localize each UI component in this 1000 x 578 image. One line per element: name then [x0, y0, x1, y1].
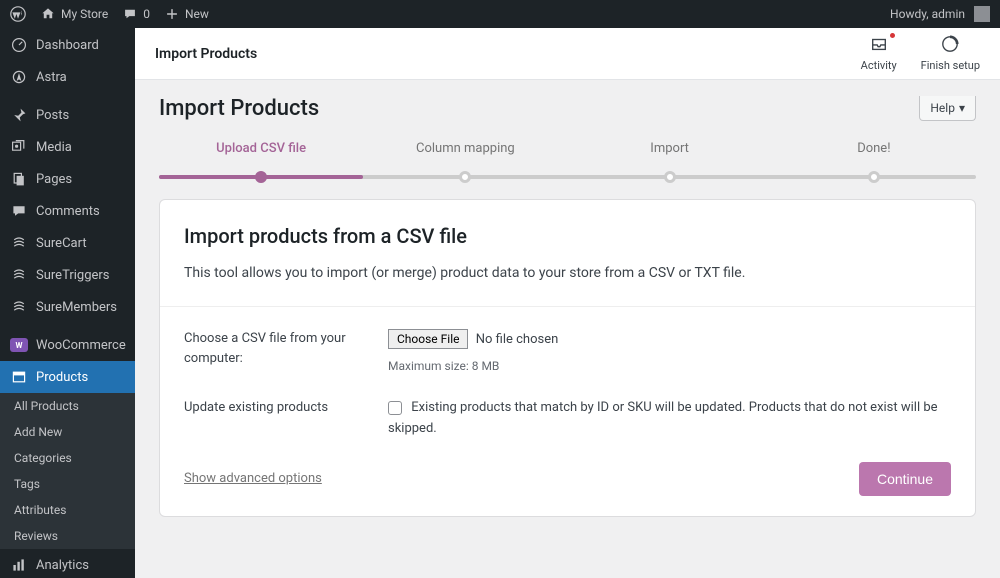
- woocommerce-icon: W: [10, 336, 28, 354]
- submenu-attributes[interactable]: Attributes: [0, 497, 135, 523]
- card-title: Import products from a CSV file: [184, 224, 951, 248]
- choose-file-button[interactable]: Choose File: [388, 329, 468, 349]
- comments-count: 0: [143, 7, 150, 21]
- sidebar-label: Analytics: [36, 558, 89, 573]
- help-tab[interactable]: Help ▾: [919, 96, 976, 121]
- file-status: No file chosen: [476, 332, 559, 347]
- sidebar-item-pages[interactable]: Pages: [0, 163, 135, 195]
- inbox-icon: [870, 35, 888, 56]
- site-name-link[interactable]: My Store: [40, 6, 108, 22]
- submenu-all-products[interactable]: All Products: [0, 393, 135, 419]
- wordpress-icon: [10, 6, 26, 22]
- sidebar-item-products[interactable]: Products: [0, 361, 135, 393]
- step-dot-2: [459, 171, 471, 183]
- suretriggers-icon: [10, 266, 28, 284]
- sidebar-label: SureMembers: [36, 300, 117, 315]
- sidebar-label: Dashboard: [36, 38, 99, 53]
- step-dot-4: [868, 171, 880, 183]
- update-description: Existing products that match by ID or SK…: [388, 400, 938, 436]
- help-label: Help: [930, 101, 955, 115]
- sidebar-label: WooCommerce: [36, 338, 126, 353]
- sidebar-item-astra[interactable]: Astra: [0, 61, 135, 93]
- wp-logo[interactable]: [10, 6, 26, 22]
- show-advanced-link[interactable]: Show advanced options: [184, 471, 322, 486]
- sidebar-label: SureTriggers: [36, 268, 110, 283]
- activity-button[interactable]: Activity: [861, 35, 897, 72]
- activity-label: Activity: [861, 59, 897, 72]
- card-description: This tool allows you to import (or merge…: [184, 262, 951, 284]
- content-area: Import Products Activity Finish setup Im…: [135, 28, 1000, 578]
- submenu-tags[interactable]: Tags: [0, 471, 135, 497]
- step-import: Import: [568, 141, 772, 171]
- submenu-add-new[interactable]: Add New: [0, 419, 135, 445]
- step-mapping: Column mapping: [363, 141, 567, 171]
- sidebar-label: Products: [36, 370, 88, 385]
- howdy-label: Howdy, admin: [890, 7, 965, 21]
- comment-icon: [10, 202, 28, 220]
- admin-bar: My Store 0 New Howdy, admin: [0, 0, 1000, 28]
- surecart-icon: [10, 234, 28, 252]
- update-label: Update existing products: [184, 398, 364, 440]
- sidebar-item-media[interactable]: Media: [0, 131, 135, 163]
- analytics-icon: [10, 556, 28, 574]
- notification-dot: [890, 33, 895, 38]
- home-icon: [40, 6, 56, 22]
- pin-icon: [10, 106, 28, 124]
- sidebar-item-suretriggers[interactable]: SureTriggers: [0, 259, 135, 291]
- submenu-categories[interactable]: Categories: [0, 445, 135, 471]
- continue-button[interactable]: Continue: [859, 462, 951, 496]
- avatar-icon: [974, 6, 990, 22]
- products-icon: [10, 368, 28, 386]
- divider: [160, 306, 975, 307]
- import-stepper: Upload CSV file Column mapping Import Do…: [135, 131, 1000, 179]
- header-title: Import Products: [155, 46, 257, 62]
- sidebar-item-analytics[interactable]: Analytics: [0, 549, 135, 578]
- chevron-down-icon: ▾: [959, 101, 965, 115]
- sidebar-label: Pages: [36, 172, 72, 187]
- new-link[interactable]: New: [164, 6, 209, 22]
- step-done: Done!: [772, 141, 976, 171]
- account-link[interactable]: Howdy, admin: [890, 6, 990, 22]
- sidebar-item-surecart[interactable]: SureCart: [0, 227, 135, 259]
- admin-sidebar: Dashboard Astra Posts Media Pages Commen…: [0, 28, 135, 578]
- max-size-hint: Maximum size: 8 MB: [388, 357, 951, 376]
- import-card: Import products from a CSV file This too…: [159, 199, 976, 517]
- submenu-reviews[interactable]: Reviews: [0, 523, 135, 549]
- pages-icon: [10, 170, 28, 188]
- dashboard-icon: [10, 36, 28, 54]
- products-submenu: All Products Add New Categories Tags Att…: [0, 393, 135, 549]
- sidebar-label: Astra: [36, 70, 67, 85]
- new-label: New: [185, 7, 209, 21]
- sidebar-label: Comments: [36, 204, 100, 219]
- stepper-track: [159, 175, 976, 179]
- progress-icon: [941, 35, 959, 56]
- step-dot-3: [664, 171, 676, 183]
- comments-link[interactable]: 0: [122, 6, 150, 22]
- comment-icon: [122, 6, 138, 22]
- update-existing-checkbox[interactable]: [388, 401, 402, 415]
- sidebar-label: Posts: [36, 108, 69, 123]
- sidebar-label: Media: [36, 140, 72, 155]
- sidebar-label: SureCart: [36, 236, 87, 251]
- site-name-label: My Store: [61, 7, 108, 21]
- suremembers-icon: [10, 298, 28, 316]
- plus-icon: [164, 6, 180, 22]
- file-label: Choose a CSV file from your computer:: [184, 329, 364, 376]
- sidebar-item-comments[interactable]: Comments: [0, 195, 135, 227]
- media-icon: [10, 138, 28, 156]
- woocommerce-header: Import Products Activity Finish setup: [135, 28, 1000, 80]
- sidebar-item-dashboard[interactable]: Dashboard: [0, 28, 135, 61]
- astra-icon: [10, 68, 28, 86]
- sidebar-item-posts[interactable]: Posts: [0, 99, 135, 131]
- finish-label: Finish setup: [921, 59, 980, 72]
- finish-setup-button[interactable]: Finish setup: [921, 35, 980, 72]
- step-dot-1: [255, 171, 267, 183]
- step-upload: Upload CSV file: [159, 141, 363, 171]
- page-title: Import Products: [159, 96, 319, 121]
- sidebar-item-woocommerce[interactable]: W WooCommerce: [0, 329, 135, 361]
- sidebar-item-suremembers[interactable]: SureMembers: [0, 291, 135, 323]
